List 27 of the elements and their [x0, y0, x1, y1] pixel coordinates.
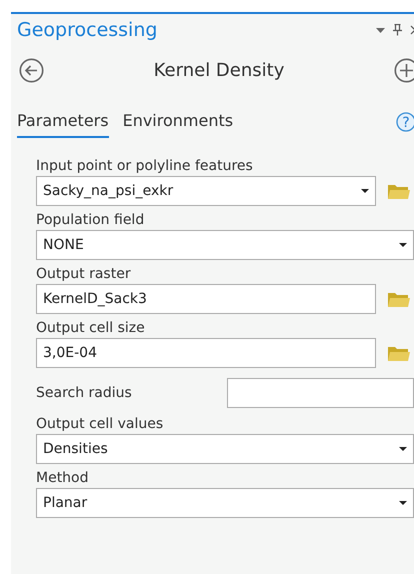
back-icon[interactable] — [19, 58, 44, 82]
caret-icon — [399, 243, 407, 247]
parameter-label: Method — [36, 469, 90, 488]
input-field[interactable] — [227, 378, 414, 408]
input-field[interactable]: 3,0E-04 — [36, 338, 376, 368]
caret-icon — [399, 501, 407, 505]
caret-icon — [361, 189, 369, 193]
parameter-label: Search radius — [36, 384, 132, 403]
dropdown-icon[interactable] — [376, 28, 385, 32]
parameter-label: Output raster — [36, 265, 132, 284]
dropdown-field[interactable]: NONE — [36, 230, 414, 260]
add-icon[interactable] — [394, 58, 414, 82]
parameter-label: Population field — [36, 211, 146, 230]
help-icon[interactable]: ? — [396, 112, 414, 132]
parameter-label: Output cell size — [36, 319, 146, 338]
pin-icon[interactable] — [393, 24, 402, 36]
dropdown-field[interactable]: Planar — [36, 488, 414, 518]
dropdown-field[interactable]: Sacky_na_psi_exkr — [36, 176, 376, 206]
parameter-label: Output cell values — [36, 415, 164, 434]
pane-title: Geoprocessing — [17, 19, 158, 41]
tool-title: Kernel Density — [152, 60, 286, 80]
tab[interactable]: Environments — [122, 111, 234, 138]
input-field[interactable]: KernelD_Sack3 — [36, 284, 376, 314]
parameter-label: Input point or polyline features — [36, 157, 254, 176]
dropdown-field[interactable]: Densities — [36, 434, 414, 464]
caret-icon — [399, 447, 407, 451]
tab[interactable]: Parameters — [17, 111, 109, 138]
